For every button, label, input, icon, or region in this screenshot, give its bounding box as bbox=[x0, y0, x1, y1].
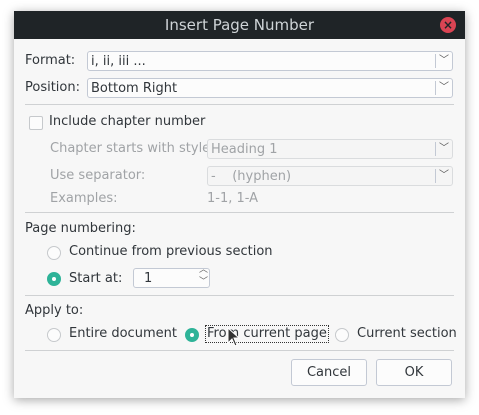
position-value: Bottom Right bbox=[91, 81, 178, 96]
chevron-down-icon: ﹀ bbox=[435, 142, 452, 156]
apply-to-label: Apply to: bbox=[25, 303, 84, 318]
chevron-down-icon: ﹀ bbox=[435, 81, 452, 95]
separator-value: - (hyphen) bbox=[211, 169, 292, 184]
divider bbox=[25, 104, 454, 105]
mouse-cursor-icon bbox=[227, 327, 241, 347]
chapter-style-label: Chapter starts with style: bbox=[50, 141, 215, 156]
include-chapter-label: Include chapter number bbox=[49, 114, 206, 129]
current-section-label: Current section bbox=[357, 326, 457, 341]
close-icon[interactable]: × bbox=[440, 17, 456, 33]
format-combo[interactable]: i, ii, iii ... ﹀ bbox=[87, 51, 453, 71]
divider bbox=[25, 350, 454, 351]
continue-label: Continue from previous section bbox=[69, 244, 273, 259]
page-numbering-label: Page numbering: bbox=[25, 221, 136, 236]
separator-label: Use separator: bbox=[50, 168, 146, 183]
format-value: i, ii, iii ... bbox=[91, 54, 146, 69]
spin-up-icon[interactable]: ︿ bbox=[199, 265, 208, 275]
current-section-radio[interactable] bbox=[335, 328, 349, 342]
chapter-style-combo[interactable]: Heading 1 ﹀ bbox=[207, 139, 453, 159]
chapter-style-value: Heading 1 bbox=[211, 142, 278, 157]
examples-value: 1-1, 1-A bbox=[207, 191, 259, 206]
format-label: Format: bbox=[25, 53, 76, 68]
continue-radio[interactable] bbox=[47, 246, 61, 260]
entire-document-label: Entire document bbox=[69, 326, 177, 341]
from-current-page-label: From current page bbox=[205, 325, 329, 343]
start-at-label: Start at: bbox=[69, 271, 123, 286]
separator-combo[interactable]: - (hyphen) ﹀ bbox=[207, 166, 453, 186]
from-current-page-radio[interactable] bbox=[185, 328, 199, 342]
dialog-title: Insert Page Number bbox=[164, 16, 315, 34]
insert-page-number-dialog: Insert Page Number × Format: i, ii, iii … bbox=[14, 11, 465, 398]
position-label: Position: bbox=[25, 80, 80, 95]
position-combo[interactable]: Bottom Right ﹀ bbox=[87, 78, 453, 98]
include-chapter-checkbox[interactable] bbox=[29, 116, 43, 130]
examples-label: Examples: bbox=[50, 191, 118, 206]
start-at-radio[interactable] bbox=[47, 272, 61, 286]
chevron-down-icon: ﹀ bbox=[435, 54, 452, 68]
start-value: 1 bbox=[144, 271, 153, 286]
divider bbox=[25, 212, 454, 213]
spin-down-icon[interactable]: ﹀ bbox=[199, 277, 208, 287]
ok-button[interactable]: OK bbox=[376, 359, 452, 386]
divider bbox=[25, 295, 454, 296]
start-at-spinbox[interactable]: 1 ︿ ﹀ bbox=[133, 265, 210, 288]
chevron-down-icon: ﹀ bbox=[435, 169, 452, 183]
entire-document-radio[interactable] bbox=[47, 328, 61, 342]
title-bar: Insert Page Number × bbox=[14, 11, 465, 39]
cancel-button[interactable]: Cancel bbox=[291, 359, 367, 386]
